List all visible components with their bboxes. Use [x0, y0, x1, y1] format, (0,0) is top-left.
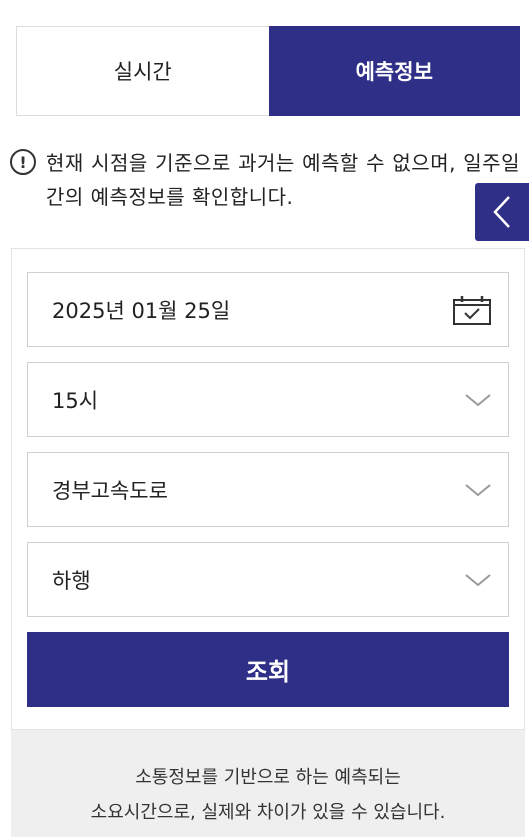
footer-line-2: 소요시간으로, 실제와 차이가 있을 수 있습니다.: [90, 802, 446, 823]
date-value: 2025년 01월 25일: [52, 298, 231, 323]
notice: ! 현재 시점을 기준으로 과거는 예측할 수 없으며, 일주일간의 예측정보를…: [10, 146, 520, 214]
side-panel-toggle[interactable]: [475, 183, 529, 241]
hour-select[interactable]: 15시: [27, 362, 509, 437]
chevron-down-icon: [465, 483, 491, 496]
direction-value: 하행: [52, 568, 91, 593]
footer-line-1: 소통정보를 기반으로 하는 예측되는: [135, 767, 401, 788]
direction-select[interactable]: 하행: [27, 542, 509, 617]
tab-bar: 실시간 예측정보: [16, 26, 520, 116]
tab-realtime[interactable]: 실시간: [16, 26, 269, 116]
footer-disclaimer: 소통정보를 기반으로 하는 예측되는 소요시간으로, 실제와 차이가 있을 수 …: [11, 730, 525, 837]
calendar-icon[interactable]: [452, 294, 492, 326]
tab-forecast[interactable]: 예측정보: [268, 26, 520, 116]
route-select[interactable]: 경부고속도로: [27, 452, 509, 527]
notice-text: 현재 시점을 기준으로 과거는 예측할 수 없으며, 일주일간의 예측정보를 확…: [46, 151, 520, 209]
chevron-down-icon: [465, 573, 491, 586]
date-field[interactable]: 2025년 01월 25일: [27, 272, 509, 347]
chevron-left-icon: [493, 196, 510, 228]
exclamation-circle-icon: !: [10, 149, 36, 175]
hour-value: 15시: [52, 388, 99, 413]
route-value: 경부고속도로: [52, 478, 168, 503]
chevron-down-icon: [465, 393, 491, 406]
search-button[interactable]: 조회: [27, 632, 509, 707]
search-form: 2025년 01월 25일 15시 경부고속도로 하행 조회: [11, 248, 525, 730]
